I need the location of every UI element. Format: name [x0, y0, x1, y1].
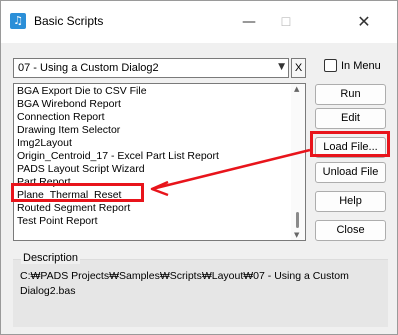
- description-label: Description: [21, 252, 81, 264]
- maximize-icon: ☐: [280, 15, 292, 29]
- list-item[interactable]: BGA Export Die to CSV File: [17, 86, 147, 97]
- list-item[interactable]: Origin_Centroid_17 - Excel Part List Rep…: [17, 151, 219, 162]
- run-button[interactable]: Run: [315, 84, 386, 105]
- close-icon[interactable]: ✕: [341, 7, 387, 37]
- window-title: Basic Scripts: [34, 14, 104, 28]
- scroll-down-icon[interactable]: ▼: [294, 231, 299, 239]
- list-scrollbar[interactable]: ▲ ▼: [291, 84, 305, 240]
- script-folder-dropdown[interactable]: 07 - Using a Custom Dialog2 ▼: [13, 58, 289, 78]
- clear-button[interactable]: X: [291, 58, 306, 78]
- edit-button[interactable]: Edit: [315, 108, 386, 129]
- scroll-up-icon[interactable]: ▲: [294, 85, 299, 93]
- list-item[interactable]: Test Point Report: [17, 216, 98, 227]
- basic-scripts-dialog: ♫ Basic Scripts — ☐ ✕ 07 - Using a Custo…: [0, 0, 398, 335]
- title-bar[interactable]: ♫ Basic Scripts — ☐ ✕: [1, 1, 397, 43]
- script-list[interactable]: BGA Export Die to CSV File BGA Wirebond …: [13, 83, 306, 241]
- unload-file-button[interactable]: Unload File: [315, 162, 386, 183]
- list-item[interactable]: Routed Segment Report: [17, 203, 130, 214]
- help-button[interactable]: Help: [315, 191, 386, 212]
- scroll-thumb[interactable]: [296, 212, 299, 228]
- list-item[interactable]: BGA Wirebond Report: [17, 99, 121, 110]
- in-menu-label[interactable]: In Menu: [341, 60, 381, 72]
- load-file-highlight: [310, 131, 390, 157]
- close-button[interactable]: Close: [315, 220, 386, 241]
- plane-thermal-reset-highlight: [11, 183, 144, 202]
- description-text: C:₩PADS Projects₩Samples₩Scripts₩Layout₩…: [20, 270, 349, 297]
- script-music-icon: ♫: [10, 13, 26, 29]
- chevron-down-icon[interactable]: ▼: [278, 62, 285, 72]
- script-folder-value: 07 - Using a Custom Dialog2: [18, 62, 159, 74]
- list-item[interactable]: Img2Layout: [17, 138, 72, 149]
- list-item[interactable]: PADS Layout Script Wizard: [17, 164, 145, 175]
- in-menu-checkbox[interactable]: [324, 59, 337, 72]
- list-item[interactable]: Connection Report: [17, 112, 105, 123]
- list-item[interactable]: Drawing Item Selector: [17, 125, 120, 136]
